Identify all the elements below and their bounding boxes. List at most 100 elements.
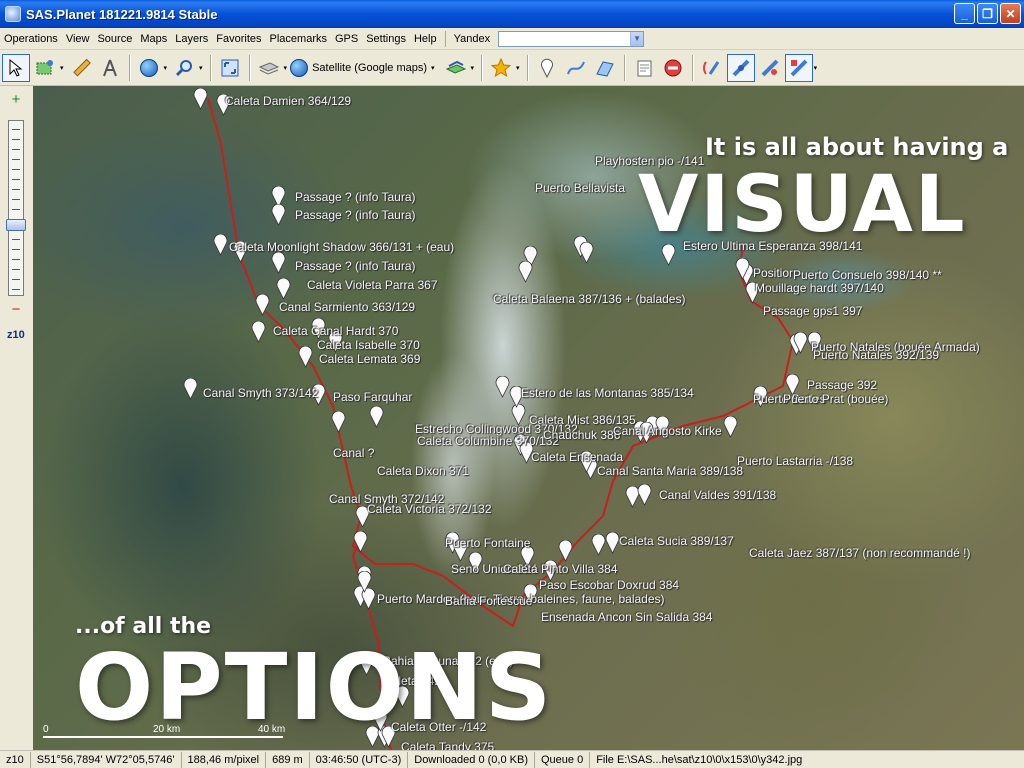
placemark-label[interactable]: Canal Santa Maria 389/138 (597, 464, 743, 478)
favorites-dropdown-arrow[interactable]: ▾ (516, 64, 520, 72)
map-viewport[interactable]: Caleta Damien 364/129 Playhosten pio -/14… (33, 86, 1024, 750)
placemark-pin-icon[interactable] (723, 416, 738, 438)
zoom-in-button[interactable]: + (6, 90, 26, 110)
placemark-label[interactable]: Passage 392 (807, 378, 877, 392)
gps-track-button[interactable] (726, 53, 755, 82)
layers-button[interactable] (442, 54, 470, 82)
placemark-label[interactable]: Paso Escobar Doxrud 384 (539, 578, 679, 592)
placemark-label[interactable]: Caleta Isabelle 370 (317, 338, 420, 352)
placemark-pin-icon[interactable] (495, 376, 510, 398)
selection-tool-button[interactable] (31, 54, 59, 82)
cursor-tool-button[interactable] (2, 53, 30, 82)
zoom-slider[interactable] (6, 120, 26, 296)
add-path-button[interactable] (562, 54, 590, 82)
placemark-label[interactable]: Paso Farquhar (333, 390, 412, 404)
stop-button[interactable] (659, 54, 687, 82)
map-type-dropdown-arrow[interactable]: ▾ (284, 64, 288, 72)
placemark-label[interactable]: Caleta Victoria 372/132 (367, 502, 492, 516)
placemark-label[interactable]: Canal Sarmiento 363/129 (279, 300, 415, 314)
placemark-label[interactable]: Canal Smyth 373/142 (203, 386, 318, 400)
placemark-pin-icon[interactable] (298, 346, 313, 368)
placemark-label[interactable]: Canal Angosto Kirke (613, 424, 722, 438)
chevron-down-icon[interactable]: ▼ (630, 31, 644, 46)
placemark-label[interactable]: Caleta Violeta Parra 367 (307, 278, 438, 292)
placemark-label[interactable]: Canal Valdes 391/138 (659, 488, 776, 502)
placemark-label[interactable]: Chauchuk 386 (543, 428, 620, 442)
zoom-dropdown-arrow[interactable]: ▾ (199, 64, 203, 72)
placemark-pin-icon[interactable] (193, 88, 208, 110)
map-source-dropdown-arrow[interactable]: ▾ (431, 64, 435, 72)
placemark-label[interactable]: Passage gps1 397 (763, 304, 862, 318)
placemark-label[interactable]: Puerto Bellavista (535, 181, 625, 195)
placemark-pin-icon[interactable] (558, 540, 573, 562)
placemark-pin-icon[interactable] (271, 204, 286, 226)
placemark-pin-icon[interactable] (183, 378, 198, 400)
placemark-label[interactable]: Caleta Balaena 387/136 + (balades) (493, 292, 685, 306)
menu-source[interactable]: Source (93, 28, 136, 50)
placemarks-manager-button[interactable] (630, 54, 658, 82)
placemark-label[interactable]: Position (753, 266, 796, 280)
placemark-label[interactable]: Passage ? (info Taura) (295, 190, 416, 204)
placemark-pin-icon[interactable] (605, 532, 620, 554)
minimize-button[interactable]: _ (954, 3, 975, 24)
menu-layers[interactable]: Layers (171, 28, 212, 50)
ruler-tool-button[interactable] (67, 54, 95, 82)
placemark-label[interactable]: Caleta Columbine 370/132 (417, 434, 559, 448)
placemark-label[interactable]: Caleta Sucia 389/137 (619, 534, 734, 548)
menu-favorites[interactable]: Favorites (212, 28, 265, 50)
placemark-label[interactable]: Puerto Natales 392/139 (813, 348, 939, 362)
gps-center-button[interactable] (756, 54, 784, 82)
compass-tool-button[interactable] (96, 54, 124, 82)
placemark-pin-icon[interactable] (369, 406, 384, 428)
menu-help[interactable]: Help (410, 28, 441, 50)
zoom-slider-thumb[interactable] (6, 219, 26, 231)
menu-operations[interactable]: Operations (0, 28, 62, 50)
placemark-label[interactable]: Caleta Tandy 375 (401, 740, 494, 750)
placemark-label[interactable]: Caleta Moonlight Shadow 366/131 + (eau) (229, 240, 454, 254)
placemark-label[interactable]: Puerto Fontaine (445, 536, 530, 550)
placemark-label[interactable]: Caleta Damien 364/129 (225, 94, 351, 108)
zoom-tool-button[interactable] (170, 54, 198, 82)
placemark-label[interactable]: Puerto Prat (bouée) (783, 392, 888, 406)
globe-dropdown-arrow[interactable]: ▾ (164, 64, 168, 72)
placemark-label[interactable]: Canal ? (333, 446, 374, 460)
placemark-label[interactable]: Caleta Jaez 387/137 (non recommandé !) (749, 546, 970, 560)
menu-settings[interactable]: Settings (362, 28, 410, 50)
placemark-label[interactable]: Puerto Lastarria -/138 (737, 454, 853, 468)
placemark-pin-icon[interactable] (276, 278, 291, 300)
placemark-pin-icon[interactable] (735, 258, 750, 280)
placemark-pin-icon[interactable] (353, 531, 368, 553)
gps-follow-button[interactable] (784, 53, 813, 82)
globe-view-button[interactable] (135, 54, 163, 82)
gps-button[interactable] (698, 54, 726, 82)
placemark-label[interactable]: Passage ? (info Taura) (295, 259, 416, 273)
placemark-label[interactable]: Bahia Fortescue (445, 594, 532, 608)
placemark-pin-icon[interactable] (255, 294, 270, 316)
selection-dropdown-arrow[interactable]: ▾ (60, 64, 64, 72)
placemark-label[interactable]: Caleta Lemata 369 (319, 352, 420, 366)
add-placemark-button[interactable] (533, 54, 561, 82)
menu-maps[interactable]: Maps (136, 28, 171, 50)
placemark-pin-icon[interactable] (271, 252, 286, 274)
placemark-label[interactable]: Caleta Canal Hardt 370 (273, 324, 398, 338)
zoom-out-button[interactable]: − (6, 300, 26, 320)
placemark-pin-icon[interactable] (518, 261, 533, 283)
placemark-pin-icon[interactable] (357, 571, 372, 593)
restore-button[interactable]: ❐ (977, 3, 998, 24)
favorites-button[interactable] (487, 54, 515, 82)
menu-placemarks[interactable]: Placemarks (266, 28, 331, 50)
yandex-search-select[interactable]: ▼ (498, 30, 645, 47)
placemark-pin-icon[interactable] (331, 411, 346, 433)
placemark-label[interactable]: Mouillage hardt 397/140 (755, 281, 884, 295)
placemark-pin-icon[interactable] (579, 242, 594, 264)
placemark-label[interactable]: Ensenada Ancon Sin Salida 384 (541, 610, 712, 624)
placemark-label[interactable]: Estero de las Montanas 385/134 (521, 386, 694, 400)
close-button[interactable]: ✕ (1000, 3, 1021, 24)
placemark-label[interactable]: Caleta Ensenada (531, 450, 623, 464)
menu-gps[interactable]: GPS (331, 28, 362, 50)
map-source-selector[interactable]: Satellite (Google maps) ▾ (290, 58, 437, 77)
placemark-pin-icon[interactable] (213, 234, 228, 256)
placemark-pin-icon[interactable] (251, 321, 266, 343)
layers-dropdown-arrow[interactable]: ▾ (471, 64, 475, 72)
placemark-pin-icon[interactable] (591, 534, 606, 556)
